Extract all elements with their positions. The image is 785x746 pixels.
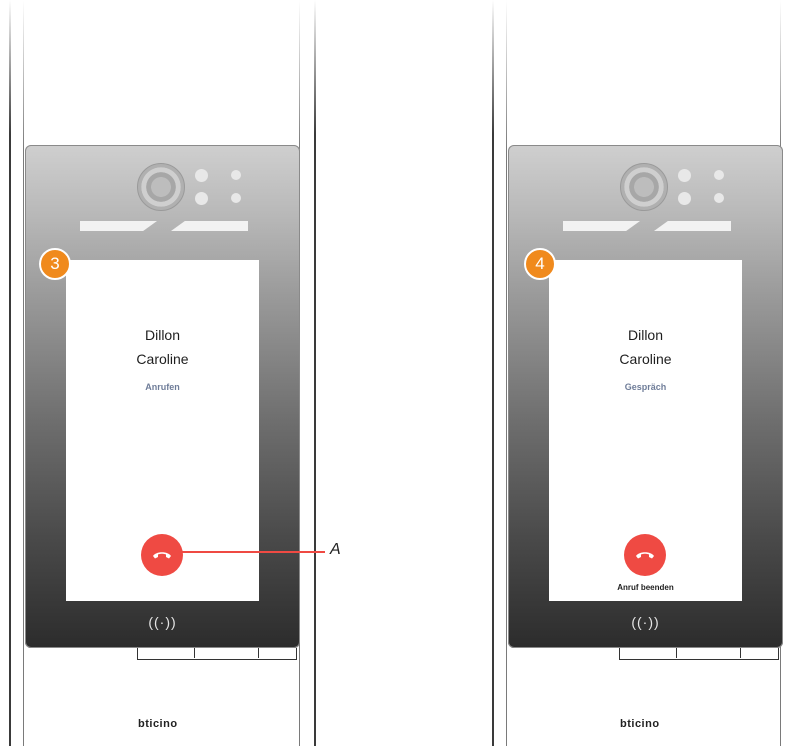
caller-last-name: Caroline bbox=[136, 351, 189, 367]
sensor-dot bbox=[195, 169, 208, 182]
intercom-device-right: Dillon Caroline Gespräch Anruf beenden (… bbox=[508, 145, 783, 648]
led-bar bbox=[563, 221, 640, 231]
brand-logo: bticino bbox=[620, 718, 660, 730]
display-screen: Dillon Caroline Anrufen bbox=[66, 260, 259, 601]
led-bar bbox=[654, 221, 731, 231]
phone-hangup-icon bbox=[153, 552, 171, 559]
sensor-dot bbox=[678, 169, 691, 182]
call-status: Gespräch bbox=[624, 382, 667, 392]
camera-lens-icon bbox=[137, 163, 185, 211]
end-call-button[interactable] bbox=[141, 534, 183, 576]
intercom-device-left: Dillon Caroline Anrufen ((·)) bbox=[25, 145, 300, 648]
sensor-dot bbox=[678, 192, 691, 205]
step-badge: 3 bbox=[39, 248, 71, 280]
caller-first-name: Dillon bbox=[627, 327, 663, 343]
end-call-label: Anruf beenden bbox=[617, 583, 674, 592]
phone-hangup-icon bbox=[636, 552, 654, 559]
end-call-button[interactable] bbox=[624, 534, 666, 576]
callout-label: A bbox=[330, 541, 341, 558]
brand-logo: bticino bbox=[138, 718, 178, 730]
led-bar bbox=[171, 221, 248, 231]
led-bar bbox=[80, 221, 157, 231]
nfc-reader-icon: ((·)) bbox=[148, 614, 177, 630]
indicator-dot bbox=[231, 170, 241, 180]
nfc-reader-icon: ((·)) bbox=[631, 614, 660, 630]
callout-line bbox=[176, 551, 325, 553]
mounting-bracket bbox=[137, 648, 297, 660]
mounting-bracket bbox=[619, 648, 779, 660]
caller-first-name: Dillon bbox=[144, 327, 180, 343]
call-status: Anrufen bbox=[145, 382, 180, 392]
caller-last-name: Caroline bbox=[619, 351, 672, 367]
camera-lens-icon bbox=[620, 163, 668, 211]
indicator-dot bbox=[714, 193, 724, 203]
indicator-dot bbox=[714, 170, 724, 180]
sensor-dot bbox=[195, 192, 208, 205]
step-badge: 4 bbox=[524, 248, 556, 280]
indicator-dot bbox=[231, 193, 241, 203]
display-screen: Dillon Caroline Gespräch Anruf beenden bbox=[549, 260, 742, 601]
